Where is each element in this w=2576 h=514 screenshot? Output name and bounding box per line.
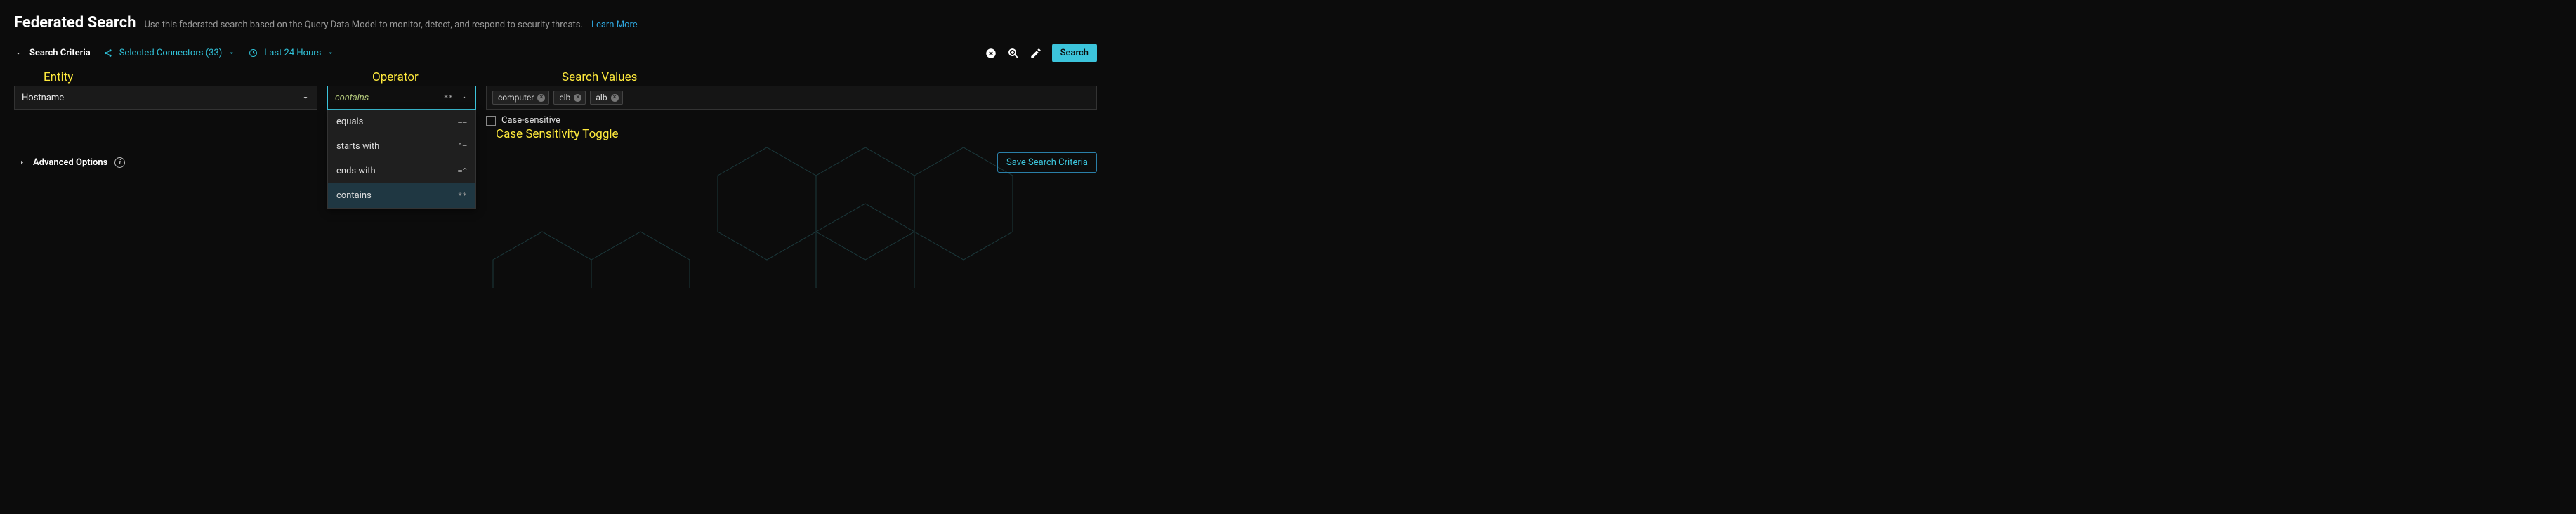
search-criteria-label: Search Criteria [29, 48, 91, 58]
info-icon[interactable]: i [114, 157, 125, 168]
operator-symbol: ** [444, 93, 453, 103]
criteria-row: Hostname contains ** equals==starts with… [14, 86, 1097, 141]
annotation-row: Entity Operator Search Values [14, 70, 1097, 86]
connectors-label: Selected Connectors (33) [119, 48, 223, 58]
chevron-down-icon [14, 49, 22, 58]
time-range-label: Last 24 Hours [264, 48, 321, 58]
caret-up-icon [460, 93, 468, 102]
case-sensitive-label: Case-sensitive [501, 115, 560, 126]
annotation-operator: Operator [372, 70, 419, 84]
operator-option[interactable]: starts with^= [328, 134, 475, 159]
time-range-selector[interactable]: Last 24 Hours [248, 48, 334, 58]
annotation-entity: Entity [44, 70, 73, 84]
value-chip: elb✕ [553, 91, 586, 105]
chip-remove-icon[interactable]: ✕ [537, 94, 545, 102]
edit-icon[interactable] [1030, 47, 1042, 60]
caret-down-icon [301, 93, 310, 102]
value-chip: alb✕ [590, 91, 622, 105]
page-subtitle: Use this federated search based on the Q… [144, 20, 582, 30]
clock-icon [248, 48, 258, 58]
entity-select[interactable]: Hostname [14, 86, 317, 110]
clear-icon[interactable] [985, 47, 997, 60]
page-title: Federated Search [14, 14, 136, 32]
chip-remove-icon[interactable]: ✕ [611, 94, 619, 102]
advanced-options-toggle[interactable]: Advanced Options i [14, 157, 125, 168]
advanced-row: Advanced Options i Save Search Criteria [14, 152, 1097, 180]
value-chip: computer✕ [492, 91, 549, 105]
annotation-search-values: Search Values [562, 70, 637, 84]
operator-option[interactable]: ends with=^ [328, 159, 475, 183]
chevron-right-icon [18, 159, 26, 166]
zoom-icon[interactable] [1007, 47, 1020, 60]
operator-value: contains [335, 93, 369, 103]
advanced-options-label: Advanced Options [33, 157, 107, 168]
case-sensitive-checkbox[interactable] [486, 116, 496, 126]
page-header: Federated Search Use this federated sear… [14, 14, 1097, 32]
connectors-selector[interactable]: Selected Connectors (33) [103, 48, 236, 58]
operator-option[interactable]: equals== [328, 110, 475, 134]
search-values-input[interactable]: computer✕ elb✕ alb✕ [486, 86, 1097, 110]
operator-select[interactable]: contains ** [327, 86, 476, 110]
chevron-down-icon [327, 49, 334, 57]
search-button[interactable]: Search [1052, 44, 1097, 62]
chevron-down-icon [228, 49, 235, 57]
toolbar: Search Criteria Selected Connectors (33)… [14, 39, 1097, 67]
entity-value: Hostname [22, 93, 64, 103]
operator-option[interactable]: contains** [328, 183, 475, 208]
learn-more-link[interactable]: Learn More [591, 20, 638, 30]
chip-remove-icon[interactable]: ✕ [574, 94, 581, 102]
save-search-criteria-button[interactable]: Save Search Criteria [997, 152, 1097, 173]
annotation-case-toggle: Case Sensitivity Toggle [496, 127, 1097, 141]
operator-dropdown: equals==starts with^=ends with=^contains… [327, 110, 476, 209]
search-criteria-toggle[interactable]: Search Criteria [14, 48, 91, 58]
share-icon [103, 48, 114, 58]
